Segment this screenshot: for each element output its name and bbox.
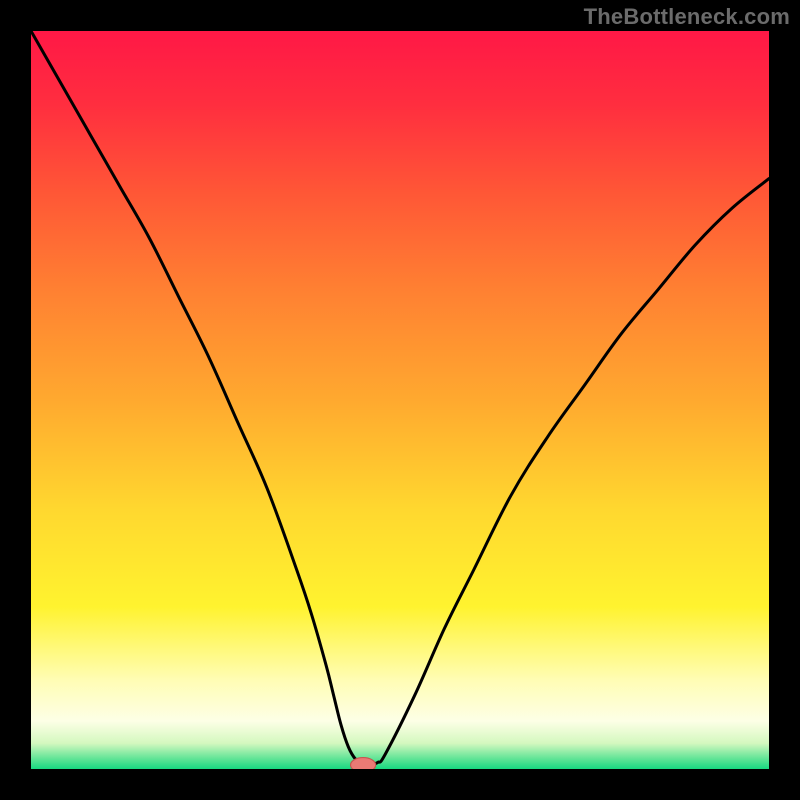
minimum-marker <box>351 758 376 769</box>
outer-frame: TheBottleneck.com <box>0 0 800 800</box>
attribution-label: TheBottleneck.com <box>584 4 790 30</box>
plot-area <box>31 31 769 769</box>
gradient-chart <box>31 31 769 769</box>
gradient-bg <box>31 31 769 769</box>
